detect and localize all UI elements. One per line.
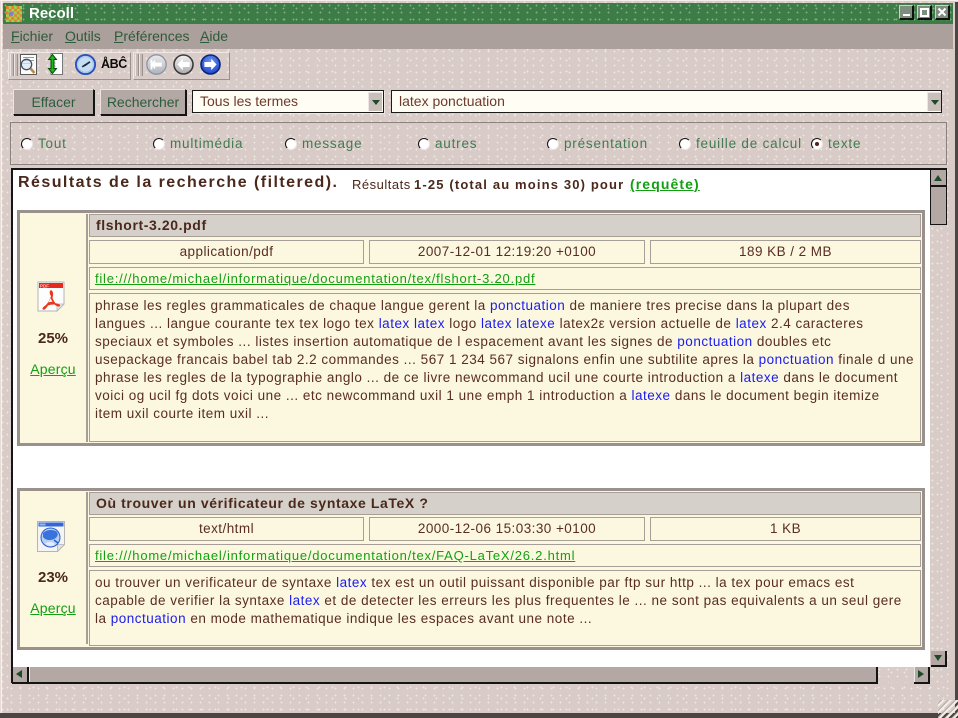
svg-text:PDF: PDF bbox=[40, 283, 49, 288]
